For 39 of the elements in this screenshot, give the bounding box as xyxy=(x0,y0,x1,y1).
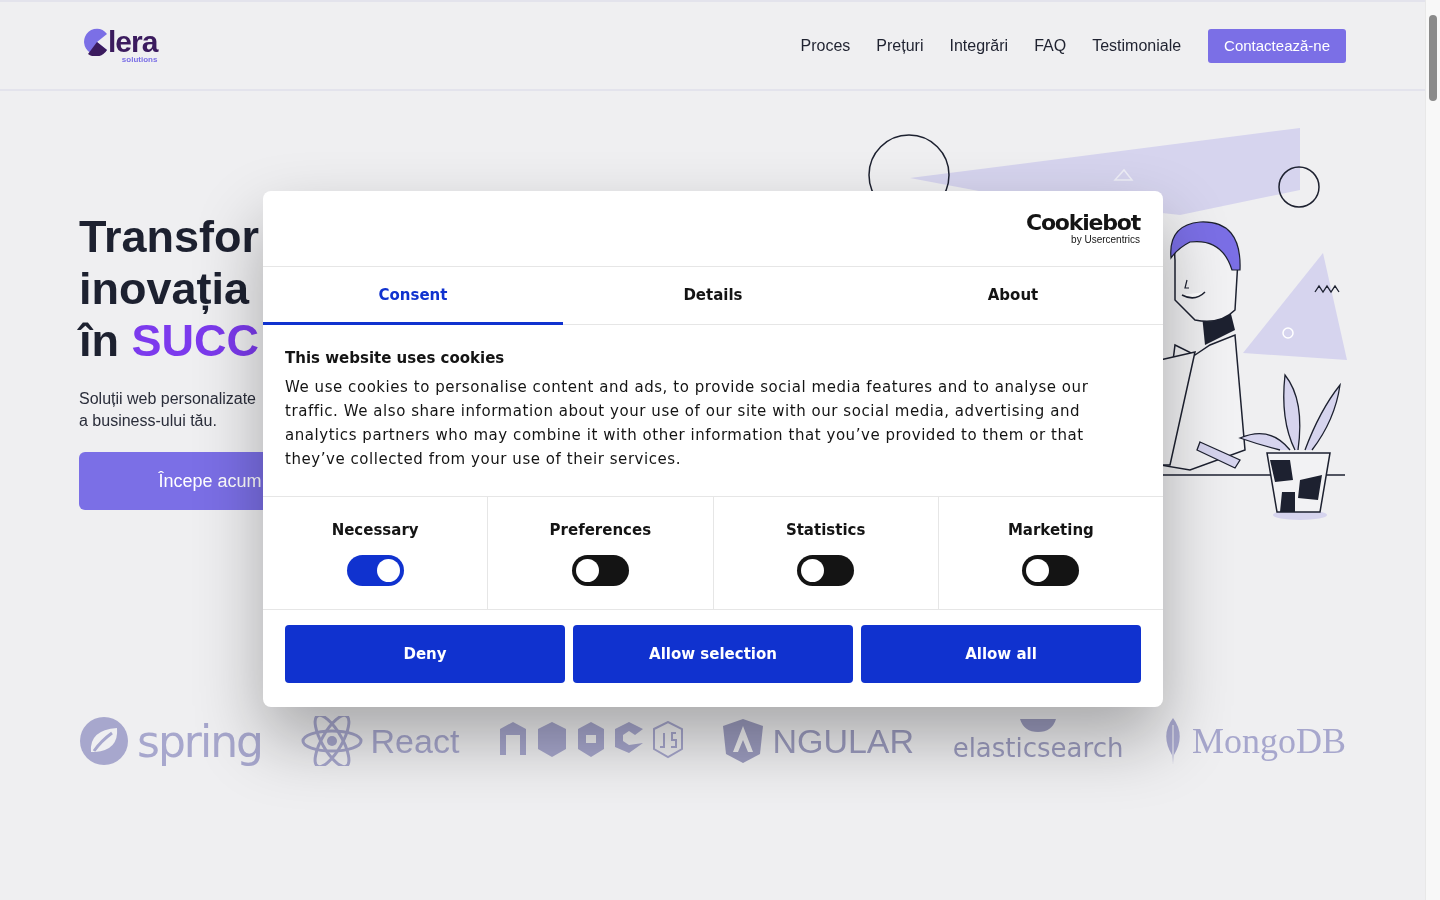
technology-logo-text: spring xyxy=(137,715,262,767)
brand-logo-text: Cookiebot xyxy=(1025,211,1140,234)
toggle-switch[interactable] xyxy=(346,555,404,586)
hero-heading: Transfor inovația în SUCC xyxy=(79,211,260,367)
consent-button[interactable]: Deny xyxy=(285,625,565,683)
blob-icon xyxy=(1018,719,1059,733)
leaf-icon xyxy=(79,716,129,766)
consent-button[interactable]: Allow all xyxy=(861,625,1141,683)
toggle-label: Statistics xyxy=(785,521,866,539)
dialog-title: This website uses cookies xyxy=(285,349,506,367)
dialog-tab[interactable]: About xyxy=(863,267,1163,325)
logo-wordmark: lera xyxy=(108,25,158,58)
hexagon-logo-icon xyxy=(497,721,684,761)
nav-link[interactable]: Integrări xyxy=(949,36,1009,55)
scrollbar-thumb[interactable] xyxy=(1429,15,1437,101)
dialog-tab[interactable]: Details xyxy=(563,267,863,325)
toggle-switch[interactable] xyxy=(571,555,629,586)
atom-icon xyxy=(300,716,363,766)
technology-logo-text: NGULAR xyxy=(772,721,915,761)
nav-link[interactable]: Testimoniale xyxy=(1092,36,1182,55)
shield-icon xyxy=(722,718,765,764)
dialog-tab[interactable]: Consent xyxy=(263,267,563,325)
technology-logo-text: React xyxy=(370,721,460,761)
technology-logo-text: elasticsearch xyxy=(952,733,1124,763)
consent-button[interactable]: Allow selection xyxy=(573,625,853,683)
technology-logo-text: MongoDB xyxy=(1191,720,1346,762)
brand-byline: by Usercentrics xyxy=(1071,233,1140,246)
hero-subtitle: Soluții web personalizate a business-ului tău. xyxy=(79,389,256,431)
toggle-label: Preferences xyxy=(549,521,652,539)
toggle-label: Marketing xyxy=(1007,521,1094,539)
contact-button[interactable]: Contactează-ne xyxy=(1208,28,1346,63)
toggle-label: Necessary xyxy=(331,521,419,539)
logo-tagline: solutions xyxy=(120,55,158,64)
nav-link[interactable]: Proces xyxy=(800,36,851,55)
logo[interactable]: lera solutions xyxy=(80,27,158,64)
nav-link[interactable]: Prețuri xyxy=(876,36,924,55)
toggle-switch[interactable] xyxy=(1022,555,1080,586)
nav-link[interactable]: FAQ xyxy=(1034,36,1067,55)
toggle-switch[interactable] xyxy=(797,555,855,586)
